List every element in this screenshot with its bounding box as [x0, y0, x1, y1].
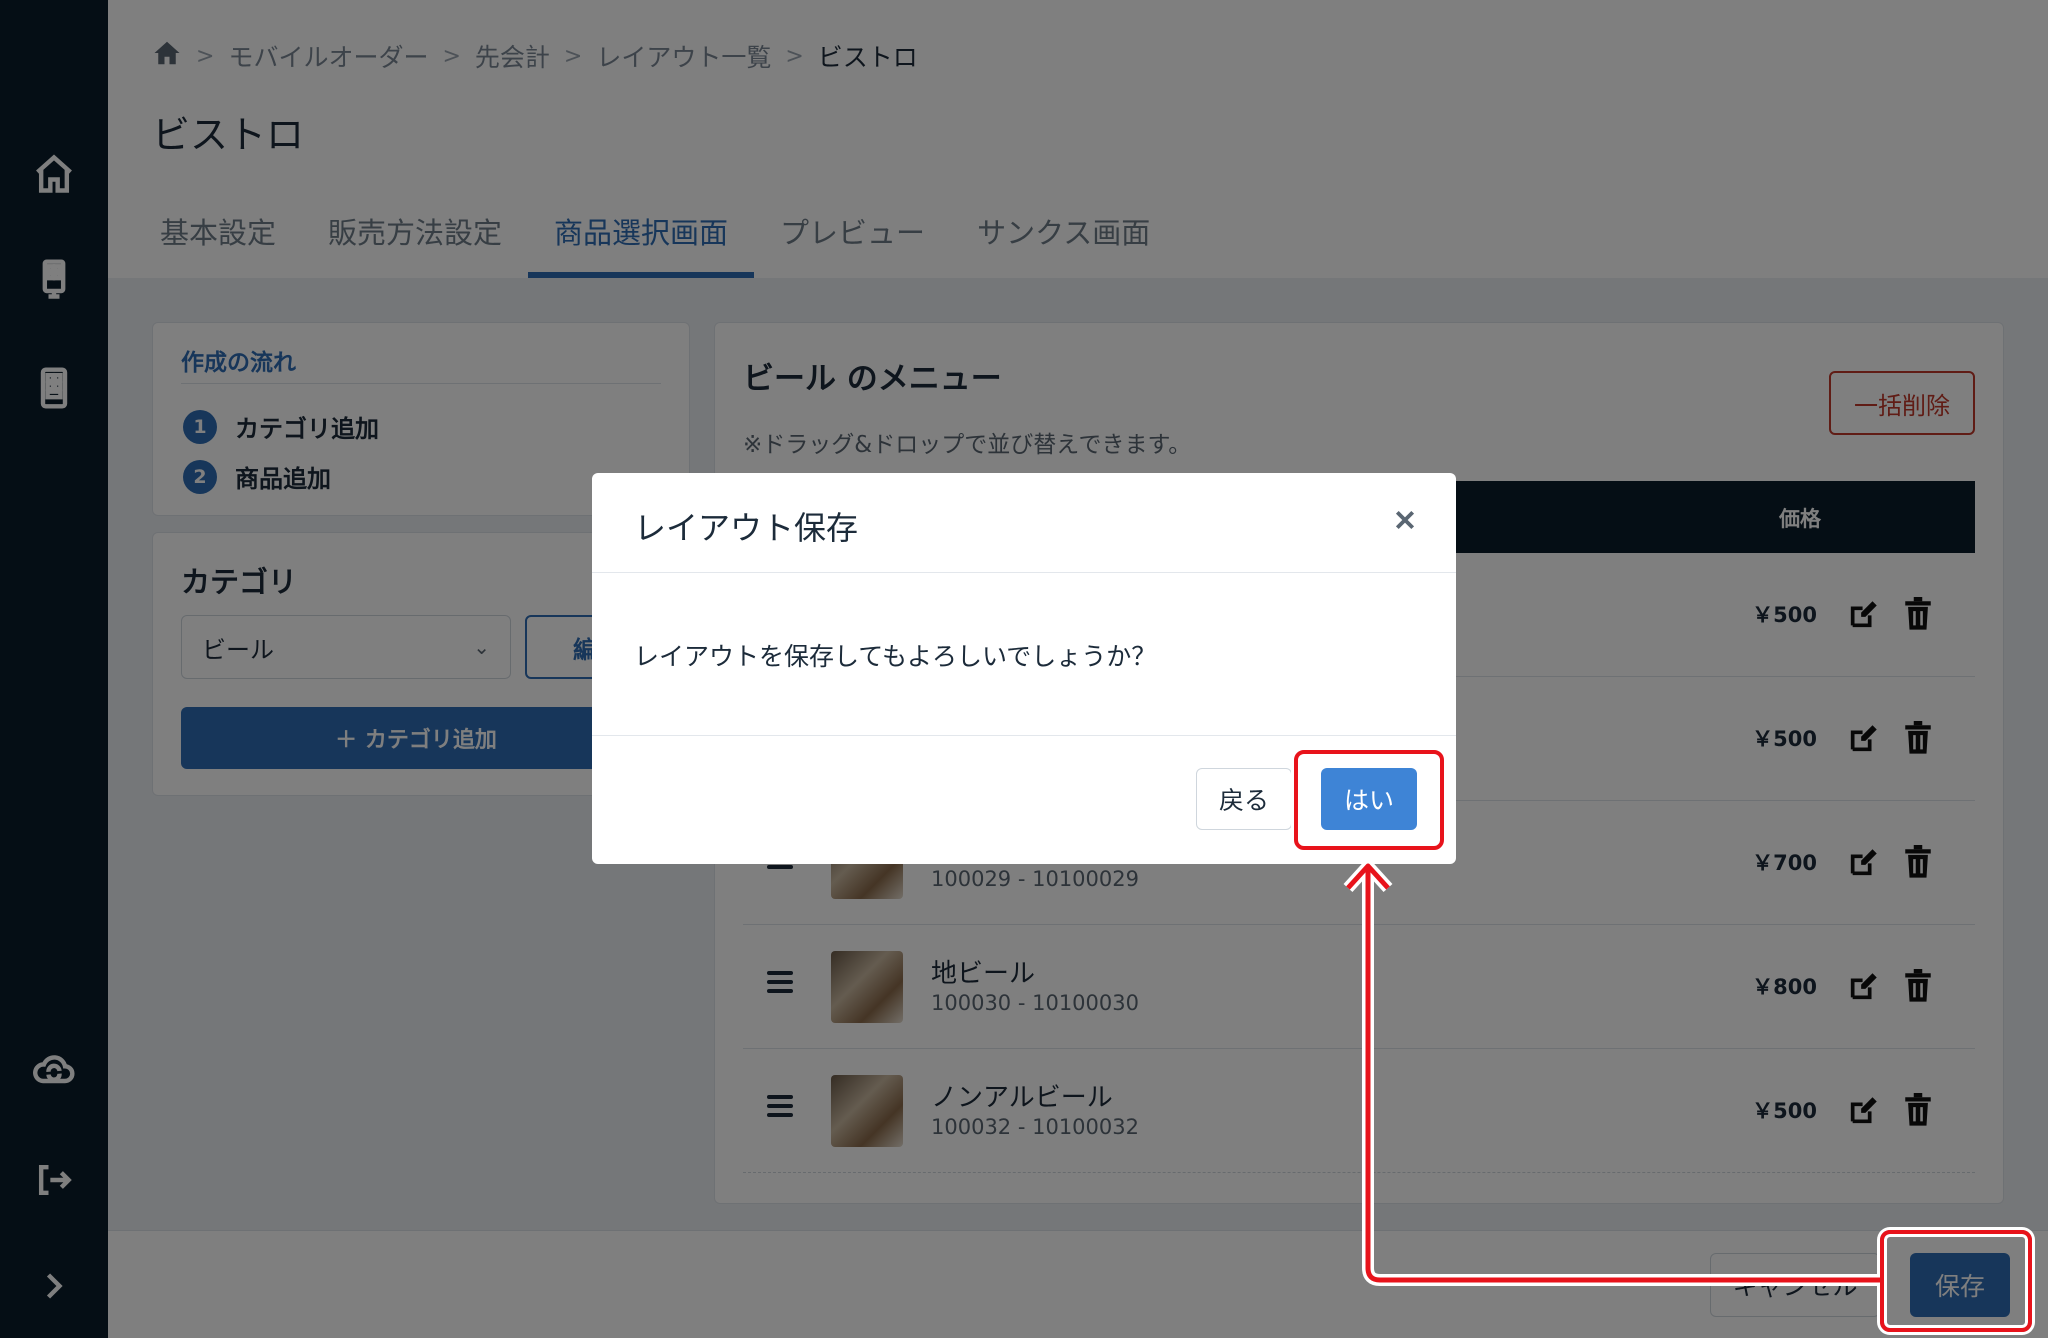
modal-header: レイアウト保存 [592, 473, 1456, 573]
modal-message: レイアウトを保存してもよろしいでしょうか？ [634, 642, 1157, 671]
modal-title: レイアウト保存 [634, 509, 859, 547]
yes-button-highlight [1294, 750, 1444, 850]
save-button-highlight [1880, 1230, 2032, 1332]
back-button[interactable]: 戻る [1196, 768, 1292, 830]
close-icon[interactable] [1388, 503, 1422, 537]
